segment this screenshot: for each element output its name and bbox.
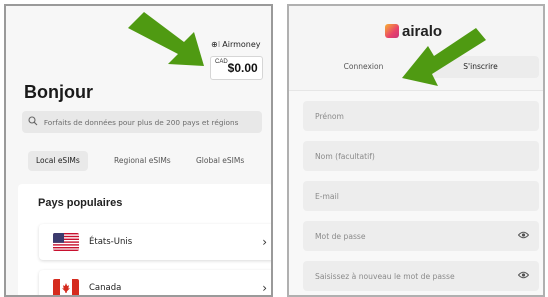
wallet-icon: ⊕⁝ xyxy=(211,40,221,49)
popular-countries-card: Pays populaires États-Unis › Canada › xyxy=(18,184,271,295)
confirm-password-field[interactable] xyxy=(303,261,539,291)
airalo-logo-icon xyxy=(385,24,399,38)
tab-local-esims[interactable]: Local eSIMs xyxy=(28,151,88,171)
search-icon xyxy=(28,115,44,129)
balance-badge[interactable]: CAD$0.00 xyxy=(210,56,263,80)
search-bar[interactable] xyxy=(22,111,262,133)
eye-icon[interactable] xyxy=(517,271,530,282)
country-name: États-Unis xyxy=(89,237,133,247)
country-name: Canada xyxy=(89,283,122,293)
password-input[interactable] xyxy=(315,231,505,241)
password-field[interactable] xyxy=(303,221,539,251)
search-input[interactable] xyxy=(43,117,262,127)
confirm-password-input[interactable] xyxy=(315,271,505,281)
first-name-field[interactable] xyxy=(303,101,539,131)
chevron-right-icon: › xyxy=(262,281,267,295)
canada-flag-icon xyxy=(53,279,79,295)
chevron-right-icon: › xyxy=(262,235,267,249)
country-item-usa[interactable]: États-Unis › xyxy=(39,224,271,260)
airmoney-text: Airmoney xyxy=(222,40,261,49)
arrow-annotation-signup xyxy=(402,28,486,86)
greeting-title: Bonjour xyxy=(24,82,93,102)
eye-icon[interactable] xyxy=(517,231,530,242)
country-item-canada[interactable]: Canada › xyxy=(39,270,271,295)
signup-form xyxy=(289,90,543,295)
email-input[interactable] xyxy=(315,191,505,201)
last-name-field[interactable] xyxy=(303,141,539,171)
esim-tabs: Local eSIMs Regional eSIMs Global eSIMs xyxy=(22,151,266,171)
popular-countries-title: Pays populaires xyxy=(38,197,123,209)
balance-currency: CAD xyxy=(215,59,228,65)
first-name-input[interactable] xyxy=(315,111,505,121)
tab-global-esims[interactable]: Global eSIMs xyxy=(188,151,252,171)
airmoney-label: ⊕⁝ Airmoney xyxy=(211,40,261,49)
arrow-annotation-balance xyxy=(128,12,204,66)
last-name-input[interactable] xyxy=(315,151,505,161)
email-field[interactable] xyxy=(303,181,539,211)
balance-amount: $0.00 xyxy=(227,61,258,75)
us-flag-icon xyxy=(53,233,79,251)
tab-regional-esims[interactable]: Regional eSIMs xyxy=(106,151,179,171)
